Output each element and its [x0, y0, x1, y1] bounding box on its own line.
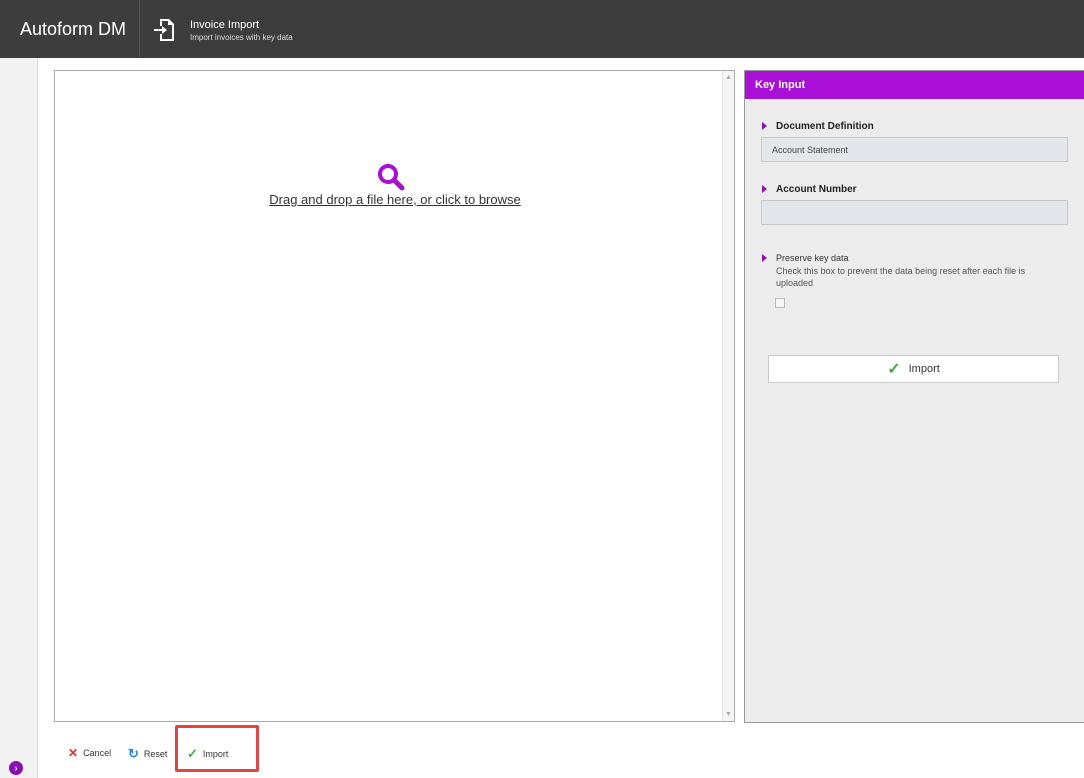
- bottom-import-button[interactable]: ✓ Import: [187, 746, 228, 762]
- scroll-down-icon[interactable]: ▼: [725, 711, 732, 718]
- key-input-title: Key Input: [745, 71, 1084, 99]
- caret-right-icon: [762, 185, 767, 193]
- document-definition-field[interactable]: Account Statement: [761, 137, 1068, 162]
- app-brand[interactable]: Autoform DM: [0, 0, 140, 58]
- module-title: Invoice Import: [190, 19, 260, 31]
- dropzone-browse-link[interactable]: Drag and drop a file here, or click to b…: [105, 192, 685, 207]
- import-button-label: Import: [908, 363, 940, 375]
- import-icon: [154, 19, 174, 41]
- preserve-key-data-help: Check this box to prevent the data being…: [776, 266, 1026, 288]
- close-icon: ✕: [68, 746, 79, 760]
- file-dropzone[interactable]: Drag and drop a file here, or click to b…: [54, 70, 735, 722]
- app-header: Autoform DM Invoice Import Import invoic…: [0, 0, 1084, 58]
- caret-right-icon: [762, 254, 767, 262]
- bottom-toolbar: ✕ Cancel ↻ Reset ✓ Import: [54, 732, 454, 772]
- cancel-label: Cancel: [83, 748, 112, 758]
- document-definition-label: Document Definition: [776, 121, 874, 132]
- key-input-panel: Key Input Document Definition Account St…: [744, 70, 1084, 723]
- check-icon: ✓: [887, 361, 901, 378]
- account-number-label: Account Number: [776, 184, 857, 195]
- caret-right-icon: [762, 122, 767, 130]
- preserve-key-data-checkbox[interactable]: [775, 298, 785, 308]
- left-rail: ›: [0, 58, 38, 778]
- expand-sidebar-icon[interactable]: ›: [9, 761, 23, 775]
- dropzone-scrollbar[interactable]: ▲ ▼: [722, 71, 734, 721]
- preserve-key-data-label: Preserve key data: [776, 253, 849, 263]
- account-number-field[interactable]: [761, 200, 1068, 225]
- search-icon: [378, 164, 405, 191]
- reset-button[interactable]: ↻ Reset: [128, 746, 167, 762]
- scroll-up-icon[interactable]: ▲: [725, 74, 732, 81]
- check-icon: ✓: [187, 746, 198, 761]
- import-label: Import: [202, 749, 229, 759]
- cancel-button[interactable]: ✕ Cancel: [68, 746, 111, 760]
- module-subtitle: Import invoices with key data: [190, 33, 293, 42]
- import-button[interactable]: ✓ Import: [768, 355, 1059, 383]
- refresh-icon: ↻: [128, 746, 139, 761]
- reset-label: Reset: [143, 749, 168, 759]
